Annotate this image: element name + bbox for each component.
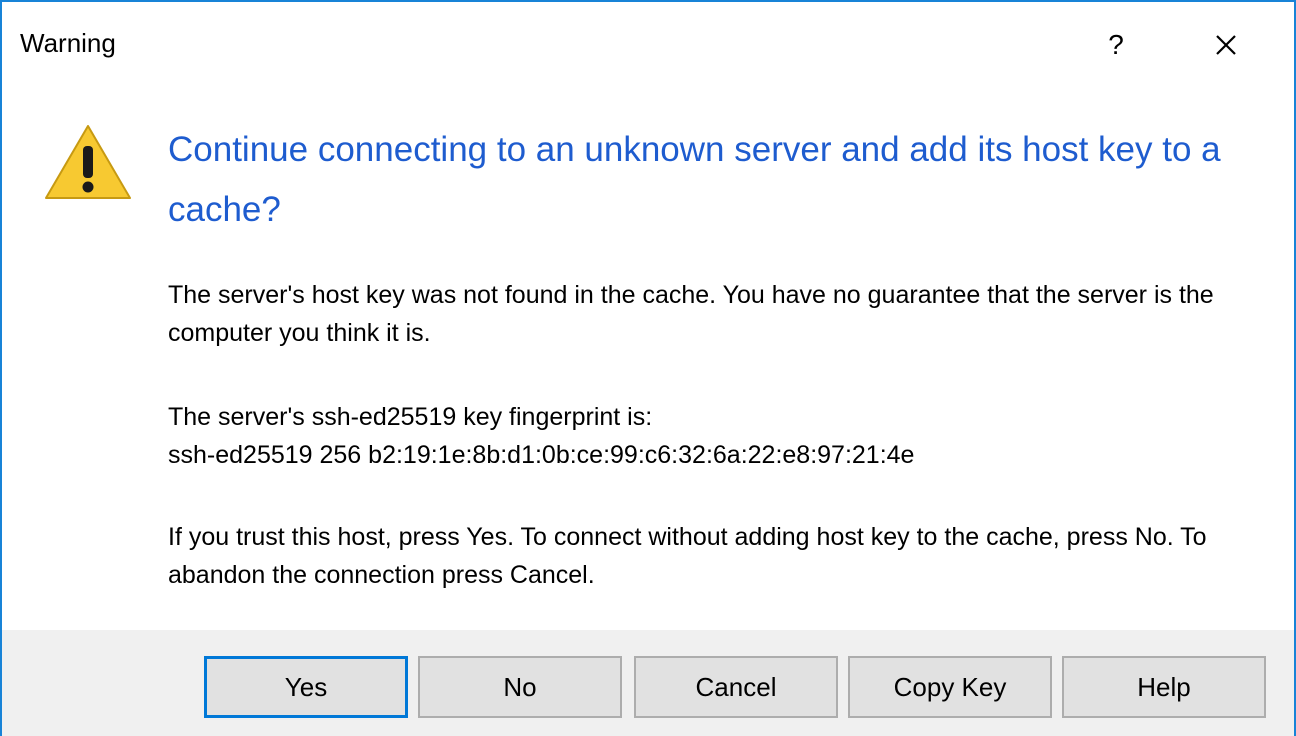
instructions-text: If you trust this host, press Yes. To co… — [168, 523, 1207, 589]
fingerprint-block: The server's ssh-ed25519 key fingerprint… — [168, 398, 1268, 474]
close-button[interactable] — [1198, 20, 1254, 70]
help-button[interactable]: Help — [1062, 656, 1266, 718]
help-title-button[interactable]: ? — [1088, 20, 1144, 70]
warning-icon — [42, 122, 134, 202]
title-bar: Warning ? — [2, 2, 1294, 88]
warning-dialog: Warning ? Continue connecting to an unkn… — [0, 0, 1296, 736]
close-icon — [1216, 35, 1236, 55]
no-button[interactable]: No — [418, 656, 622, 718]
window-title: Warning — [20, 28, 116, 58]
fingerprint-label: The server's ssh-ed25519 key fingerprint… — [168, 403, 653, 431]
yes-button[interactable]: Yes — [204, 656, 408, 718]
dialog-heading: Continue connecting to an unknown server… — [168, 130, 1221, 229]
fingerprint-value: ssh-ed25519 256 b2:19:1e:8b:d1:0b:ce:99:… — [168, 441, 915, 469]
host-key-warning-text: The server's host key was not found in t… — [168, 281, 1214, 347]
copy-key-button[interactable]: Copy Key — [848, 656, 1052, 718]
cancel-button[interactable]: Cancel — [634, 656, 838, 718]
